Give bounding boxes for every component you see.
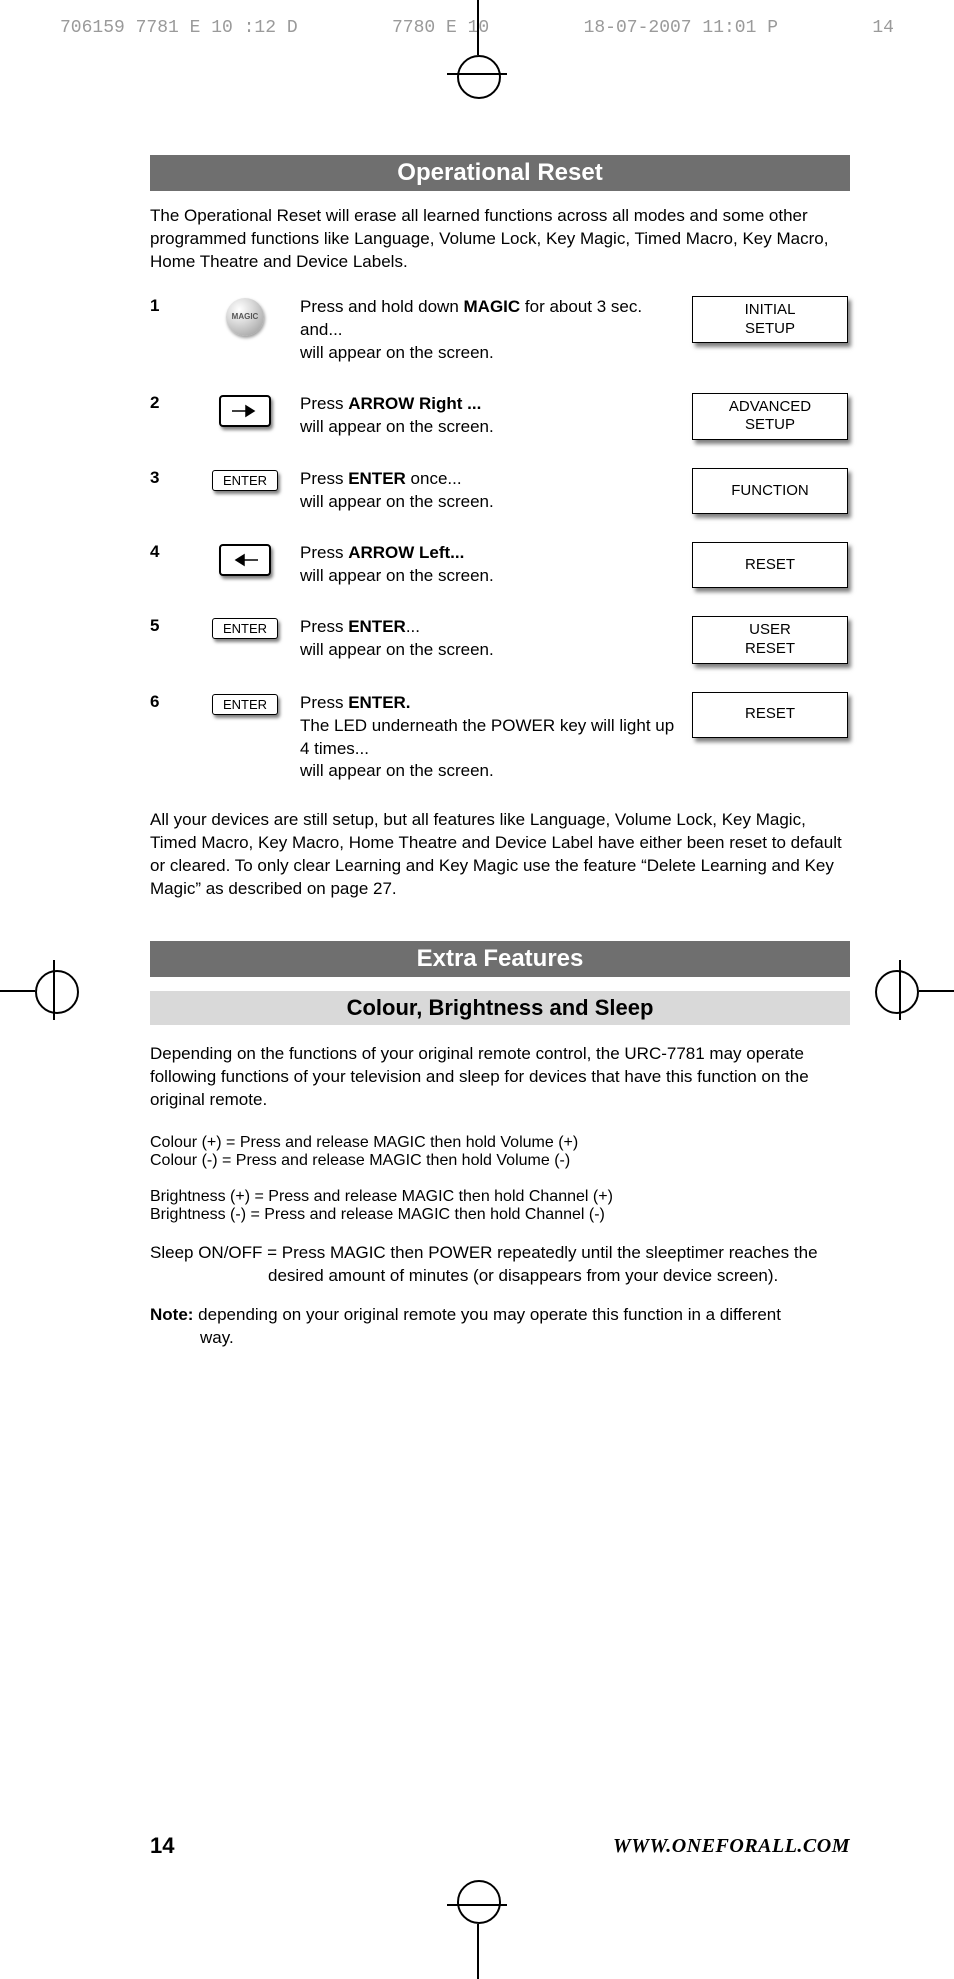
arrow-right-button-icon	[219, 395, 271, 427]
step-screen-container: RESET	[690, 542, 850, 588]
step-row: 2 Press ARROW Right ... will appear on th…	[150, 393, 850, 441]
note-label: Note:	[150, 1305, 193, 1324]
crop-mark-top	[477, 0, 479, 55]
brightness-plus-line: Brightness (+) = Press and release MAGIC…	[150, 1188, 613, 1205]
brightness-instructions: Brightness (+) = Press and release MAGIC…	[150, 1188, 850, 1224]
step-button-graphic	[190, 393, 300, 427]
lcd-display: FUNCTION	[692, 468, 848, 514]
step-number: 3	[150, 468, 190, 488]
page-footer: 14 WWW.ONEFORALL.COM	[150, 1833, 850, 1859]
step-button-graphic: ENTER	[190, 692, 300, 715]
step-screen-container: ADVANCED SETUP	[690, 393, 850, 441]
section-heading-extra-features: Extra Features	[150, 941, 850, 977]
step-number: 6	[150, 692, 190, 712]
document-page: 706159 7781 E 10 :12 D 7780 E 10 18-07-2…	[0, 0, 954, 1979]
step-button-graphic: MAGIC	[190, 296, 300, 336]
lcd-display: RESET	[692, 692, 848, 738]
page-number: 14	[150, 1833, 174, 1859]
lcd-display: INITIAL SETUP	[692, 296, 848, 344]
step-text-bold: ARROW Right ...	[348, 394, 481, 413]
step-text-post: will appear on the screen.	[300, 566, 494, 585]
slug-mid: 7780 E 10	[392, 18, 489, 38]
step-screen-container: RESET	[690, 692, 850, 738]
slug-left: 706159 7781 E 10 :12 D	[60, 18, 298, 38]
step-button-graphic	[190, 542, 300, 576]
step-row: 3ENTERPress ENTER once... will appear on…	[150, 468, 850, 514]
step-text-pre: Press	[300, 693, 348, 712]
colour-minus-line: Colour (-) = Press and release MAGIC the…	[150, 1152, 570, 1169]
step-text-bold: MAGIC	[464, 297, 521, 316]
step-instruction-text: Press and hold down MAGIC for about 3 se…	[300, 296, 690, 365]
lcd-display: RESET	[692, 542, 848, 588]
page-content: Operational Reset The Operational Reset …	[150, 155, 850, 1350]
step-text-bold: ENTER	[348, 617, 406, 636]
arrow-left-button-icon	[219, 544, 271, 576]
colour-instructions: Colour (+) = Press and release MAGIC the…	[150, 1134, 850, 1170]
step-text-post: The LED underneath the POWER key will li…	[300, 716, 674, 781]
step-screen-container: FUNCTION	[690, 468, 850, 514]
magic-button-icon: MAGIC	[226, 298, 264, 336]
sleep-line-2: desired amount of minutes (or disappears…	[268, 1265, 850, 1288]
intro-paragraph: The Operational Reset will erase all lea…	[150, 205, 850, 274]
steps-list: 1MAGICPress and hold down MAGIC for abou…	[150, 296, 850, 784]
section-heading-operational-reset: Operational Reset	[150, 155, 850, 191]
step-row: 6 ENTER Press ENTER. The LED underneath th…	[150, 692, 850, 784]
step-instruction-text: Press ARROW Left... will appear on the s…	[300, 542, 690, 588]
sleep-line-1: Sleep ON/OFF = Press MAGIC then POWER re…	[150, 1243, 818, 1262]
enter-button-icon: ENTER	[212, 470, 278, 491]
enter-button-icon: ENTER	[212, 618, 278, 639]
step-number: 1	[150, 296, 190, 316]
note-line-1: depending on your original remote you ma…	[193, 1305, 781, 1324]
extra-intro-paragraph: Depending on the functions of your origi…	[150, 1043, 850, 1112]
step-text-bold: ENTER.	[348, 693, 410, 712]
step-instruction-text: Press ENTER... will appear on the screen…	[300, 616, 690, 662]
brightness-minus-line: Brightness (-) = Press and release MAGIC…	[150, 1206, 605, 1223]
step-number: 5	[150, 616, 190, 636]
step-text-bold: ARROW Left...	[348, 543, 464, 562]
step-row: 1MAGICPress and hold down MAGIC for abou…	[150, 296, 850, 365]
after-steps-paragraph: All your devices are still setup, but al…	[150, 809, 850, 901]
slug-page: 14	[872, 18, 894, 38]
crop-mark-bottom	[477, 1924, 479, 1979]
slug-date: 18-07-2007 11:01 P	[584, 18, 778, 38]
note-paragraph: Note: depending on your original remote …	[150, 1304, 850, 1350]
step-text-pre: Press	[300, 617, 348, 636]
crop-mark-right	[919, 990, 954, 992]
step-text-bold: ENTER	[348, 469, 406, 488]
subsection-heading-colour-brightness-sleep: Colour, Brightness and Sleep	[150, 991, 850, 1025]
lcd-display: ADVANCED SETUP	[692, 393, 848, 441]
colour-plus-line: Colour (+) = Press and release MAGIC the…	[150, 1134, 578, 1151]
footer-url: WWW.ONEFORALL.COM	[613, 1835, 850, 1858]
step-instruction-text: Press ENTER. The LED underneath the POWE…	[300, 692, 690, 784]
note-line-2: way.	[200, 1327, 850, 1350]
enter-button-icon: ENTER	[212, 694, 278, 715]
step-row: 4 Press ARROW Left... will appear on the …	[150, 542, 850, 588]
step-row: 5ENTERPress ENTER... will appear on the …	[150, 616, 850, 664]
step-button-graphic: ENTER	[190, 616, 300, 639]
lcd-display: USER RESET	[692, 616, 848, 664]
step-text-pre: Press	[300, 469, 348, 488]
step-text-post: will appear on the screen.	[300, 417, 494, 436]
step-text-pre: Press and hold down	[300, 297, 464, 316]
step-text-pre: Press	[300, 543, 348, 562]
step-number: 2	[150, 393, 190, 413]
step-button-graphic: ENTER	[190, 468, 300, 491]
step-text-pre: Press	[300, 394, 348, 413]
step-instruction-text: Press ARROW Right ... will appear on the…	[300, 393, 690, 439]
sleep-instructions: Sleep ON/OFF = Press MAGIC then POWER re…	[150, 1242, 850, 1288]
crop-mark-left	[0, 990, 35, 992]
step-screen-container: INITIAL SETUP	[690, 296, 850, 344]
step-screen-container: USER RESET	[690, 616, 850, 664]
step-number: 4	[150, 542, 190, 562]
step-instruction-text: Press ENTER once... will appear on the s…	[300, 468, 690, 514]
